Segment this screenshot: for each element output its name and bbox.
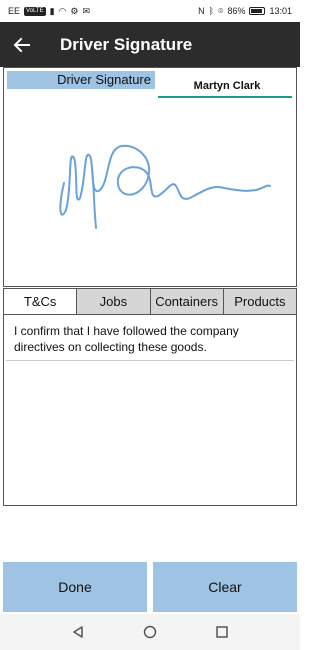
nav-home-button[interactable] (140, 622, 160, 642)
tab-jobs[interactable]: Jobs (76, 289, 150, 314)
tab-content-panel: I confirm that I have followed the compa… (3, 315, 297, 506)
signer-name: Martyn Clark (193, 80, 261, 92)
status-right: N ᛒ ⌾ 86% 13:01 (198, 6, 292, 16)
tab-products[interactable]: Products (222, 289, 296, 314)
nav-back-button[interactable] (68, 622, 88, 642)
volte-chip: VoLTE (24, 6, 46, 16)
status-left: EE VoLTE ▮ ◠ ⚙ ✉ (8, 6, 90, 16)
carrier-label: EE (8, 6, 21, 16)
location-icon: ⌾ (218, 5, 224, 16)
done-button[interactable]: Done (3, 562, 147, 612)
system-nav-bar (0, 614, 300, 650)
back-button[interactable] (0, 22, 44, 67)
nfc-icon: N (198, 5, 205, 16)
signature-label: Driver Signature (7, 71, 155, 89)
battery-percent: 86% (227, 6, 246, 16)
clear-button[interactable]: Clear (153, 562, 297, 612)
battery-icon (249, 7, 266, 15)
page-title: Driver Signature (60, 34, 193, 54)
signature-drawing[interactable] (44, 128, 284, 238)
app-bar: Driver Signature (0, 22, 300, 67)
signal-icon: ▮ (49, 5, 55, 16)
circle-home-icon (143, 625, 157, 639)
square-recents-icon (216, 626, 228, 638)
signer-name-underline (158, 96, 292, 98)
triangle-back-icon (73, 626, 83, 638)
tab-bar: T&Cs Jobs Containers Products (3, 288, 297, 315)
terms-text: I confirm that I have followed the compa… (6, 318, 294, 361)
mail-icon: ✉ (82, 5, 91, 16)
settings-icon: ⚙ (70, 5, 79, 16)
tab-tcs[interactable]: T&Cs (4, 289, 77, 314)
nav-recents-button[interactable] (212, 622, 232, 642)
arrow-left-icon (13, 37, 30, 52)
wifi-icon: ◠ (58, 5, 67, 16)
status-bar: EE VoLTE ▮ ◠ ⚙ ✉ N ᛒ ⌾ 86% 13:01 (0, 0, 300, 22)
tab-containers[interactable]: Containers (149, 289, 223, 314)
clock: 13:01 (269, 6, 292, 16)
bluetooth-icon: ᛒ (208, 5, 215, 16)
signature-panel[interactable]: Driver Signature Martyn Clark (3, 67, 297, 287)
